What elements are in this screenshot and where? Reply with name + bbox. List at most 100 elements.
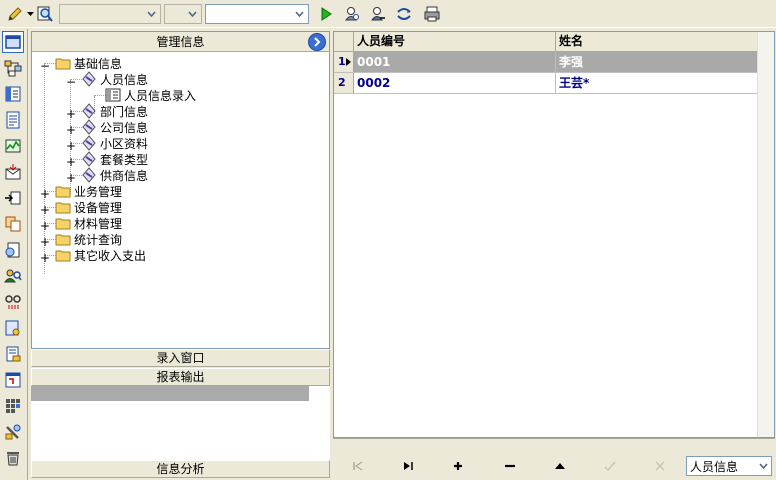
expand-icon[interactable]: + <box>66 107 76 121</box>
tree-node[interactable]: 统计查询 <box>54 231 122 247</box>
tree-node[interactable]: 其它收入支出 <box>54 247 146 263</box>
nav-delete-icon[interactable] <box>485 455 535 477</box>
expand-icon[interactable]: + <box>40 235 50 249</box>
tree-node-label: 设备管理 <box>74 200 123 215</box>
toolbar-combo-3[interactable] <box>205 3 309 24</box>
tree-node-label: 小区资料 <box>100 136 149 151</box>
nav-edit-icon[interactable] <box>535 455 585 477</box>
tree-node-label: 基础信息 <box>74 56 123 71</box>
expand-icon[interactable]: + <box>40 187 50 201</box>
cell-id[interactable]: 0002 <box>354 73 556 93</box>
table-row[interactable]: 1 0001 李强 <box>334 52 774 73</box>
module-icon-bar <box>0 29 28 480</box>
row-indicator: 2 <box>334 73 354 93</box>
outlook-bar-report-output[interactable]: 报表输出 <box>31 368 330 386</box>
expand-icon[interactable]: + <box>66 139 76 153</box>
find-magnifier-icon[interactable] <box>34 3 56 25</box>
window-list-icon[interactable] <box>2 369 24 391</box>
chevron-down-icon[interactable] <box>26 3 34 25</box>
grid-corner <box>334 32 354 51</box>
grid-apps-icon[interactable] <box>2 395 24 417</box>
tree-node[interactable]: 供商信息 <box>80 167 148 183</box>
chevron-down-icon <box>755 463 771 469</box>
link-chain-icon[interactable] <box>2 291 24 313</box>
panel-title: 管理信息 <box>156 35 205 49</box>
chevron-right-icon[interactable] <box>308 33 326 51</box>
tree-node[interactable]: 部门信息 <box>80 103 148 119</box>
management-tree-panel: 管理信息 − 基础信息 − 人员信息 人员信息录入 + 部门信息 + 公司信息 + 小区资料 + 套餐类… <box>31 31 330 349</box>
outlook-bar-info-analysis[interactable]: 信息分析 <box>31 460 330 478</box>
toolbar-combo-1[interactable] <box>59 3 161 24</box>
outlook-bar-entry-window[interactable]: 录入窗口 <box>31 349 330 367</box>
tree-node-label: 人员信息录入 <box>124 88 197 103</box>
folder-icon <box>54 55 72 71</box>
tree-node[interactable]: 材料管理 <box>54 215 122 231</box>
settings-doc-icon[interactable] <box>2 239 24 261</box>
table-select-combo[interactable]: 人员信息 <box>686 456 772 476</box>
trash-bin-icon[interactable] <box>2 447 24 469</box>
cell-id[interactable]: 0001 <box>354 52 556 72</box>
report-print-icon[interactable] <box>2 343 24 365</box>
tree-node-label: 人员信息 <box>100 72 149 87</box>
tree-node-label: 供商信息 <box>100 168 149 183</box>
column-header-name[interactable]: 姓名 <box>556 32 758 51</box>
form-icon <box>104 87 122 103</box>
record-navigator: 人员信息 <box>333 438 775 480</box>
expand-icon[interactable]: + <box>66 155 76 169</box>
printer-icon[interactable] <box>421 3 443 25</box>
table-row[interactable]: 2 0002 王芸* <box>334 73 774 94</box>
tree-node-label: 部门信息 <box>100 104 149 119</box>
tree-node[interactable]: 小区资料 <box>80 135 148 151</box>
toolbar-combo-2[interactable] <box>164 3 202 24</box>
expand-icon[interactable]: + <box>40 203 50 217</box>
tree-panel-header: 管理信息 <box>32 32 329 52</box>
mail-box-icon[interactable] <box>2 161 24 183</box>
collapse-icon[interactable]: − <box>40 59 50 73</box>
cell-name[interactable]: 李强 <box>556 52 758 72</box>
folder-icon <box>54 215 72 231</box>
tree-node[interactable]: 人员信息 <box>80 71 148 87</box>
folder-icon <box>54 183 72 199</box>
tools-config-icon[interactable] <box>2 421 24 443</box>
chart-monitor-icon[interactable] <box>2 135 24 157</box>
report-output-list[interactable] <box>31 386 330 460</box>
tree-node[interactable]: 设备管理 <box>54 199 122 215</box>
refresh-swap-icon[interactable] <box>393 3 415 25</box>
nav-cancel-icon[interactable] <box>635 455 685 477</box>
pencil-edit-icon[interactable] <box>4 3 26 25</box>
user-filter-icon[interactable] <box>367 3 389 25</box>
copy-pages-icon[interactable] <box>2 213 24 235</box>
tree-node[interactable]: 人员信息录入 <box>104 87 196 103</box>
diamond-node-icon <box>80 71 98 87</box>
run-play-icon[interactable] <box>315 3 337 25</box>
document-icon[interactable] <box>2 109 24 131</box>
tree-node[interactable]: 公司信息 <box>80 119 148 135</box>
chevron-down-icon <box>143 5 160 23</box>
nav-insert-icon[interactable] <box>433 455 483 477</box>
tree-node-label: 业务管理 <box>74 184 123 199</box>
nav-post-icon[interactable] <box>585 455 635 477</box>
user-search-icon[interactable] <box>2 265 24 287</box>
grid-header: 人员编号 姓名 <box>334 32 774 52</box>
list-view-icon[interactable] <box>2 83 24 105</box>
expand-icon[interactable]: + <box>40 251 50 265</box>
org-tree-icon[interactable] <box>2 57 24 79</box>
row-indicator: 1 <box>334 52 354 72</box>
window-icon[interactable] <box>2 31 24 53</box>
expand-icon[interactable]: + <box>40 219 50 233</box>
nav-last-icon[interactable] <box>383 455 433 477</box>
column-header-id[interactable]: 人员编号 <box>354 32 556 51</box>
cell-name[interactable]: 王芸* <box>556 73 758 93</box>
users-search-icon[interactable] <box>341 3 363 25</box>
tree-node[interactable]: 基础信息 <box>54 55 122 71</box>
list-item-selected[interactable] <box>31 386 309 401</box>
nav-first-icon[interactable] <box>333 455 383 477</box>
collapse-icon[interactable]: − <box>66 75 76 89</box>
export-arrow-icon[interactable] <box>2 187 24 209</box>
report-gear-icon[interactable] <box>2 317 24 339</box>
vertical-scrollbar[interactable] <box>757 32 774 437</box>
expand-icon[interactable]: + <box>66 123 76 137</box>
personnel-grid[interactable]: 人员编号 姓名 1 0001 李强 2 0002 王芸* <box>333 31 775 438</box>
tree-node[interactable]: 业务管理 <box>54 183 122 199</box>
tree-node[interactable]: 套餐类型 <box>80 151 148 167</box>
